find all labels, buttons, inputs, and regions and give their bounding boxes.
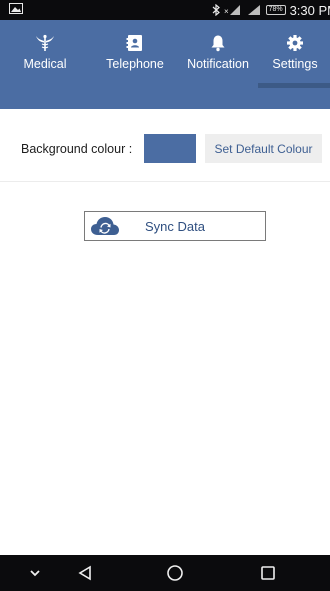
bell-icon [211, 35, 225, 52]
chevron-down-icon [30, 570, 40, 577]
hide-keyboard-button[interactable] [22, 555, 48, 591]
gear-icon [287, 35, 303, 51]
tab-settings[interactable]: Settings [262, 20, 328, 80]
tab-notification[interactable]: Notification [180, 20, 256, 80]
sync-data-button[interactable]: Sync Data [84, 211, 266, 241]
tab-medical-label: Medical [23, 57, 67, 71]
no-signal-icon: × [224, 4, 244, 16]
signal-icon [247, 4, 263, 16]
recent-apps-button[interactable] [253, 555, 283, 591]
cloud-sync-icon [91, 217, 119, 235]
home-circle-icon [167, 565, 183, 581]
system-navigation-bar [0, 555, 330, 591]
set-default-colour-button[interactable]: Set Default Colour [205, 134, 322, 163]
background-colour-swatch[interactable] [144, 134, 196, 163]
tab-settings-label: Settings [272, 57, 318, 71]
tab-telephone[interactable]: Telephone [100, 20, 170, 80]
recent-apps-square-icon [261, 566, 275, 580]
background-colour-row: Background colour : Set Default Colour [0, 109, 330, 182]
gallery-notification-icon [9, 3, 23, 14]
selected-tab-indicator [258, 83, 330, 88]
back-button[interactable] [70, 555, 100, 591]
back-triangle-icon [78, 565, 91, 581]
tab-telephone-label: Telephone [106, 57, 164, 71]
status-bar: × 78% 3:30 PM [0, 0, 330, 20]
app-screen: × 78% 3:30 PM Medical [0, 0, 330, 591]
background-colour-label: Background colour : [21, 142, 133, 156]
status-clock: 3:30 PM [289, 2, 330, 18]
contact-book-icon [126, 35, 142, 51]
tab-medical[interactable]: Medical [12, 20, 78, 80]
status-indicators: × 78% 3:30 PM [212, 0, 330, 20]
battery-level: 78% [265, 5, 286, 15]
svg-text:×: × [224, 7, 229, 16]
bluetooth-icon [212, 4, 221, 16]
home-button[interactable] [160, 555, 190, 591]
tab-notification-label: Notification [187, 57, 249, 71]
sync-data-label: Sync Data [145, 219, 205, 234]
app-header: Medical Telephone Notification Settings [0, 20, 330, 109]
caduceus-icon [36, 34, 54, 51]
